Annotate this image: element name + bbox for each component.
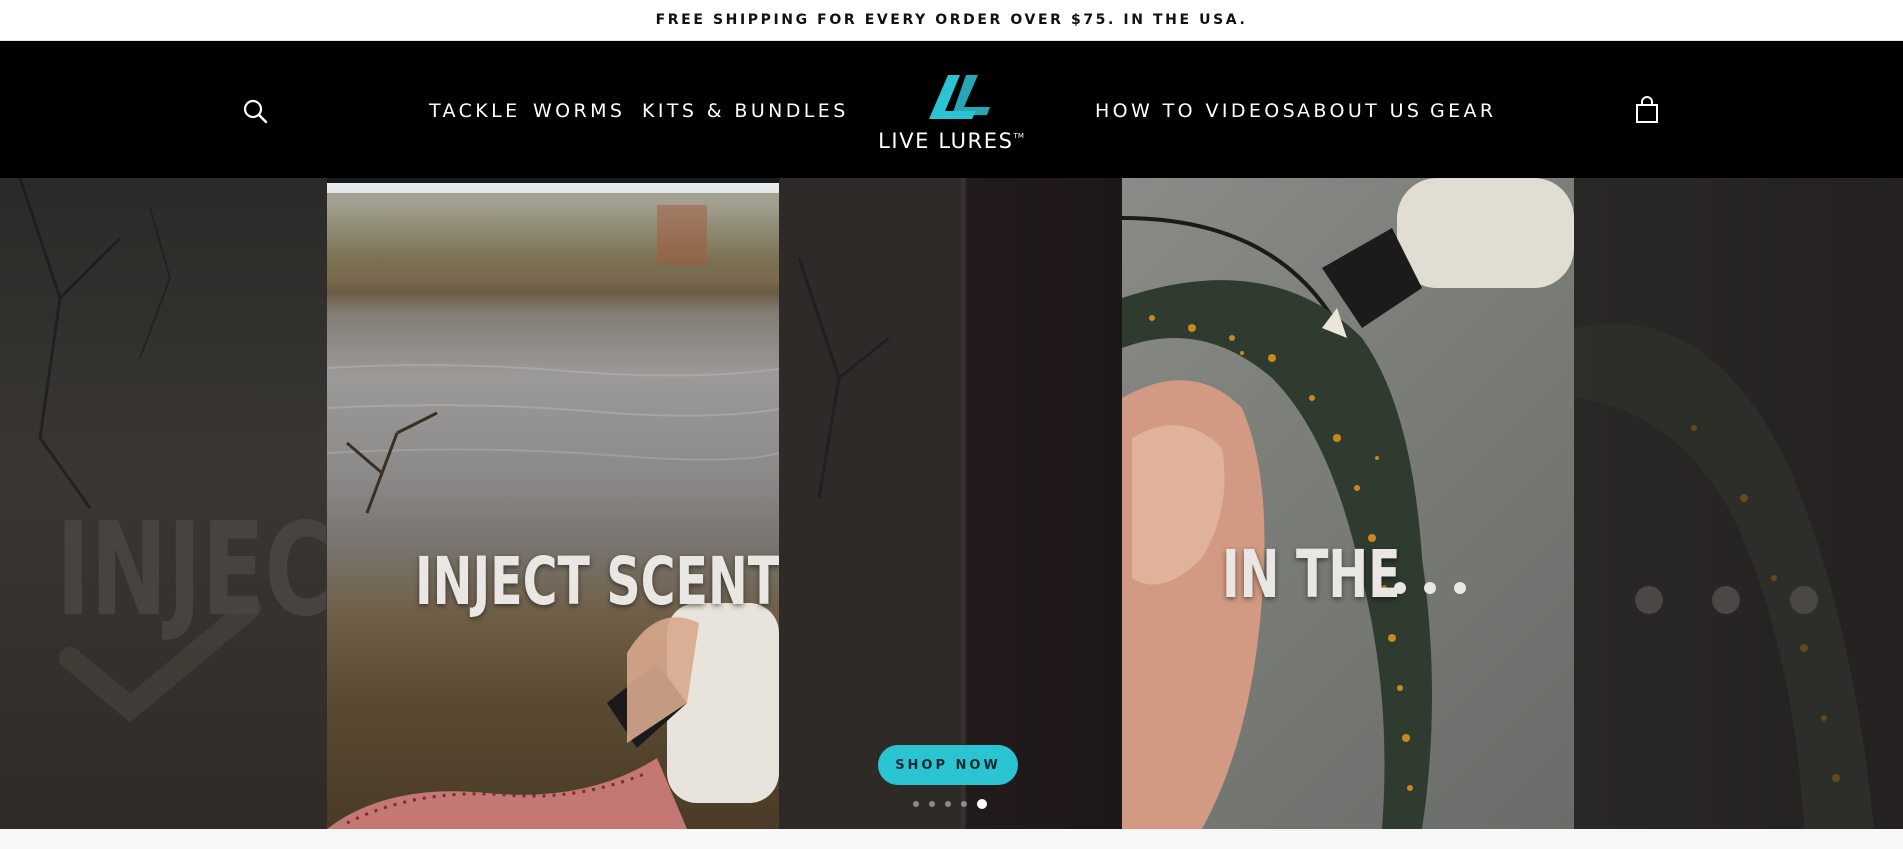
slider-dot[interactable] <box>977 799 987 809</box>
logo-mark-icon <box>929 75 990 119</box>
hero-divider-panel <box>779 178 1122 829</box>
search-icon[interactable] <box>242 98 268 124</box>
live-lures-logo[interactable]: LIVE LURESTM <box>848 71 1054 153</box>
hero-backdrop-right <box>1574 178 1903 829</box>
shop-now-button[interactable]: SHOP NOW <box>878 745 1018 785</box>
faded-hero-heading: INJEC <box>56 496 327 645</box>
site-header: TACKLE WORMS KITS & BUNDLES LIVE LURESTM… <box>0 41 1903 178</box>
nav-worms[interactable]: WORMS <box>533 96 625 126</box>
slider-dot[interactable] <box>945 801 951 807</box>
typing-indicator-icon <box>1394 582 1466 594</box>
hero-slide-2-heading: IN THE <box>1222 536 1401 613</box>
nav-gear[interactable]: GEAR <box>1430 96 1497 126</box>
shopping-bag-icon[interactable] <box>1635 96 1659 124</box>
slider-dot[interactable] <box>961 801 967 807</box>
nav-kits-bundles[interactable]: KITS & BUNDLES <box>642 96 849 126</box>
slider-pagination <box>913 798 987 810</box>
nav-how-to-videos[interactable]: HOW TO VIDEOS <box>1095 96 1298 126</box>
nav-about-us[interactable]: ABOUT US <box>1297 96 1422 126</box>
announcement-bar: FREE SHIPPING FOR EVERY ORDER OVER $75. … <box>0 0 1903 41</box>
hero-slide-1: INJECT SCENT <box>327 183 779 829</box>
hero-slide-1-heading: INJECT SCENT <box>415 543 779 620</box>
page-bottom-strip <box>0 829 1903 849</box>
hero-slide-2: IN THE <box>1122 178 1574 829</box>
hero-slider[interactable]: INJEC INJECT SCENT IN THE SHOP NOW <box>0 178 1903 829</box>
logo-text: LIVE LURESTM <box>878 129 1024 153</box>
nav-tackle[interactable]: TACKLE <box>429 96 521 126</box>
hero-backdrop-left: INJEC <box>0 178 327 829</box>
slider-dot[interactable] <box>929 801 935 807</box>
announcement-text: FREE SHIPPING FOR EVERY ORDER OVER $75. … <box>655 12 1248 28</box>
slider-dot[interactable] <box>913 801 919 807</box>
